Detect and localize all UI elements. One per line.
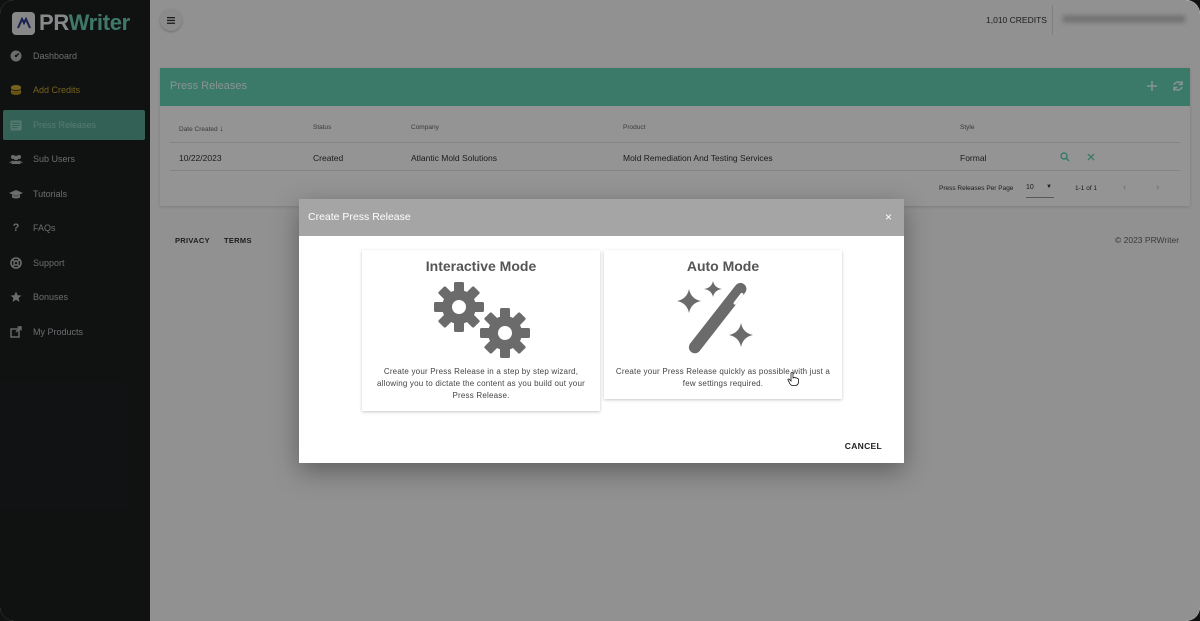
gears-icon [362,281,600,361]
dialog-title: Create Press Release [308,211,411,223]
interactive-mode-card[interactable]: Interactive Mode Create your Press Relea… [362,250,600,411]
auto-mode-card[interactable]: Auto Mode Create your Press Release quic… [604,250,842,399]
dialog-header: Create Press Release × [299,199,904,236]
close-icon[interactable]: × [885,210,892,224]
interactive-mode-title: Interactive Mode [425,258,537,274]
magic-wand-icon [604,281,842,361]
hand-pointer-icon [787,372,799,391]
auto-mode-description: Create your Press Release quickly as pos… [615,367,831,388]
cancel-button[interactable]: CANCEL [845,441,882,451]
create-press-release-dialog: Create Press Release × Interactive Mode [299,199,904,463]
app-window: PRWriter Dashboard Add Credits Press Rel… [0,0,1200,621]
auto-mode-title: Auto Mode [686,258,760,274]
interactive-mode-description: Create your Press Release in a step by s… [377,367,585,400]
